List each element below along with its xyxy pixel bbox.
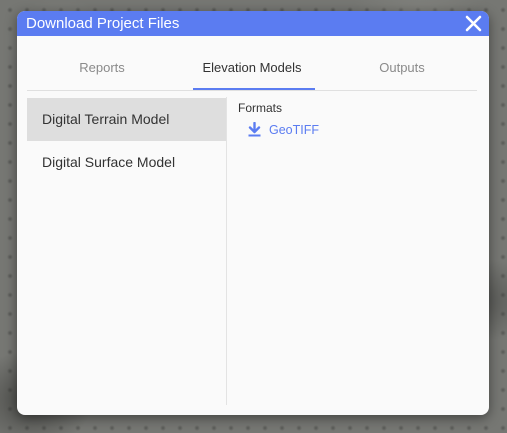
model-item-digital-terrain-model[interactable]: Digital Terrain Model (27, 98, 226, 141)
download-icon (248, 121, 261, 137)
download-dialog: Download Project Files Reports Elevation… (17, 11, 489, 415)
model-item-digital-surface-model[interactable]: Digital Surface Model (27, 141, 226, 184)
close-icon[interactable] (464, 14, 483, 33)
tab-outputs[interactable]: Outputs (327, 53, 477, 89)
tab-elevation-models[interactable]: Elevation Models (177, 53, 327, 90)
tab-reports[interactable]: Reports (27, 53, 177, 89)
format-label-geotiff: GeoTIFF (269, 123, 320, 137)
dialog-title: Download Project Files (26, 15, 180, 32)
dialog-titlebar: Download Project Files (17, 11, 489, 36)
formats-heading: Formats (238, 101, 283, 115)
model-list: Digital Terrain Model Digital Surface Mo… (27, 97, 227, 405)
tab-bar: Reports Elevation Models Outputs (27, 53, 477, 91)
formats-panel: Formats GeoTIFF (237, 100, 477, 160)
